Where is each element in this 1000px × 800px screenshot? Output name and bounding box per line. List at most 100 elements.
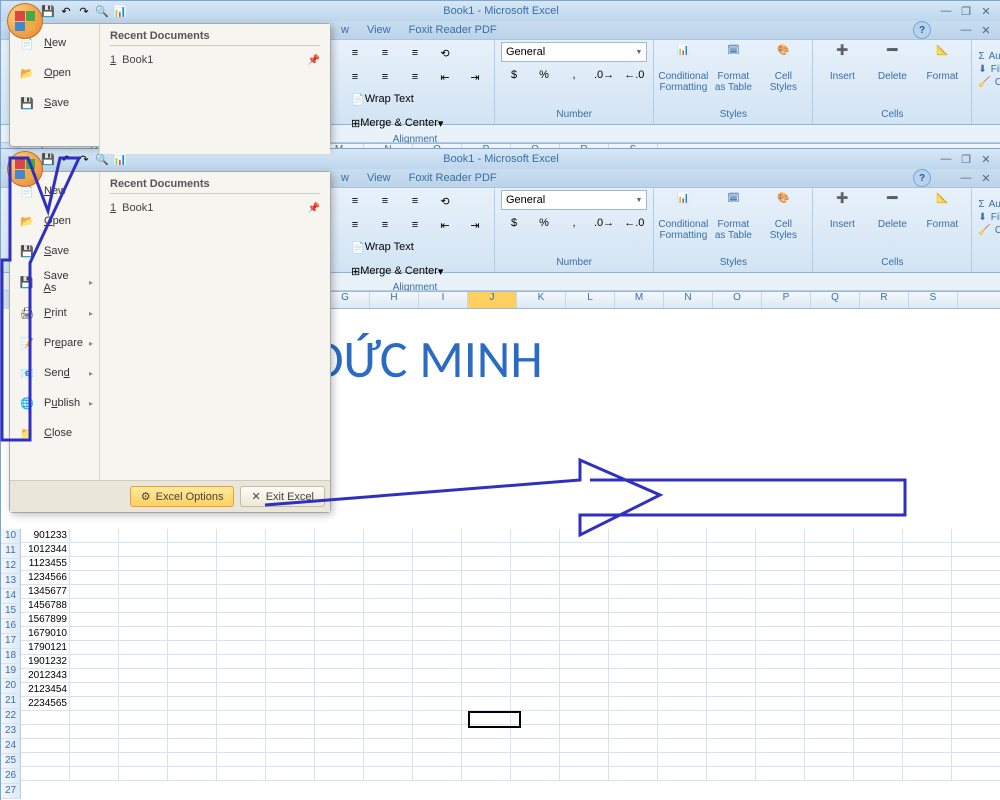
cell[interactable] [462, 753, 511, 767]
cell[interactable] [805, 585, 854, 599]
cell[interactable] [511, 739, 560, 753]
cell[interactable] [658, 641, 707, 655]
menu-save[interactable]: 💾Save [12, 236, 97, 266]
cell[interactable] [168, 599, 217, 613]
align-right-icon[interactable]: ≡ [402, 214, 428, 236]
cell[interactable] [364, 557, 413, 571]
cell[interactable] [266, 557, 315, 571]
cell[interactable]: 1123455 [21, 557, 70, 571]
row-header[interactable]: 10 [1, 529, 21, 544]
number-format-combo[interactable]: General▼ [501, 190, 647, 210]
cell[interactable] [511, 641, 560, 655]
cell[interactable] [413, 655, 462, 669]
cell[interactable]: 1679010 [21, 627, 70, 641]
cell[interactable] [266, 585, 315, 599]
cell[interactable] [266, 725, 315, 739]
cell[interactable] [315, 711, 364, 725]
cell[interactable] [217, 669, 266, 683]
cell[interactable] [903, 697, 952, 711]
cell[interactable] [217, 571, 266, 585]
cell[interactable] [119, 739, 168, 753]
cell[interactable] [560, 655, 609, 669]
cell[interactable] [560, 753, 609, 767]
cell[interactable] [462, 613, 511, 627]
indent-dec-icon[interactable]: ⇤ [432, 66, 458, 88]
cell[interactable] [805, 767, 854, 781]
cell[interactable] [119, 641, 168, 655]
cell[interactable] [511, 571, 560, 585]
cell[interactable]: 1345677 [21, 585, 70, 599]
cell[interactable] [315, 669, 364, 683]
insert-button[interactable]: ➕Insert [819, 190, 865, 233]
cell[interactable] [413, 571, 462, 585]
cell[interactable] [266, 683, 315, 697]
cell[interactable] [364, 739, 413, 753]
cell[interactable] [217, 543, 266, 557]
cell[interactable] [315, 739, 364, 753]
cell[interactable] [462, 725, 511, 739]
cell[interactable] [560, 641, 609, 655]
cell[interactable] [609, 767, 658, 781]
cell[interactable] [315, 599, 364, 613]
cell[interactable] [266, 543, 315, 557]
close-button[interactable]: ✕ [977, 4, 995, 18]
cell[interactable] [168, 739, 217, 753]
cell[interactable] [560, 739, 609, 753]
restore-button[interactable]: ❐ [957, 152, 975, 166]
cell[interactable] [21, 711, 70, 725]
cell[interactable] [511, 655, 560, 669]
cell[interactable] [413, 725, 462, 739]
fill-button[interactable]: ⬇ Fill ▾ [978, 64, 1000, 75]
cell[interactable] [70, 697, 119, 711]
cell[interactable] [854, 753, 903, 767]
cell[interactable] [70, 557, 119, 571]
excel-options-button[interactable]: ⚙Excel Options [130, 486, 235, 507]
cell[interactable] [805, 641, 854, 655]
cell[interactable] [21, 725, 70, 739]
cell[interactable] [364, 529, 413, 543]
cell[interactable] [854, 529, 903, 543]
cell[interactable] [462, 529, 511, 543]
cell[interactable] [364, 711, 413, 725]
cell[interactable] [217, 599, 266, 613]
cell[interactable] [854, 585, 903, 599]
cell[interactable] [413, 543, 462, 557]
cell[interactable] [756, 683, 805, 697]
align-right-icon[interactable]: ≡ [402, 66, 428, 88]
cell[interactable] [315, 725, 364, 739]
column-header[interactable]: Q [811, 292, 860, 308]
column-header[interactable]: K [517, 292, 566, 308]
cell[interactable] [217, 767, 266, 781]
cell[interactable] [315, 557, 364, 571]
row-header[interactable]: 12 [1, 559, 21, 574]
cell[interactable] [903, 543, 952, 557]
cell[interactable] [462, 557, 511, 571]
cell[interactable] [805, 697, 854, 711]
column-header[interactable]: J [468, 292, 517, 308]
cell[interactable] [805, 613, 854, 627]
cell[interactable] [217, 585, 266, 599]
cell[interactable] [756, 711, 805, 725]
align-center-icon[interactable]: ≡ [372, 214, 398, 236]
cell[interactable] [119, 683, 168, 697]
cell[interactable] [756, 655, 805, 669]
delete-button[interactable]: ➖Delete [869, 42, 915, 85]
cell[interactable]: 2123454 [21, 683, 70, 697]
redo-icon[interactable]: ↷ [77, 4, 91, 18]
cell[interactable] [609, 571, 658, 585]
cell[interactable] [952, 655, 1000, 669]
column-header[interactable]: H [370, 292, 419, 308]
cell[interactable] [805, 739, 854, 753]
cell[interactable] [609, 753, 658, 767]
exit-excel-button[interactable]: ✕Exit Excel [240, 486, 325, 507]
cell[interactable] [119, 711, 168, 725]
cell[interactable] [903, 627, 952, 641]
cell[interactable] [952, 725, 1000, 739]
cell[interactable] [903, 613, 952, 627]
cell[interactable] [903, 585, 952, 599]
number-format-combo[interactable]: General▼ [501, 42, 647, 62]
cell[interactable] [217, 613, 266, 627]
cell[interactable] [756, 543, 805, 557]
cell[interactable] [805, 543, 854, 557]
insert-button[interactable]: ➕Insert [819, 42, 865, 85]
